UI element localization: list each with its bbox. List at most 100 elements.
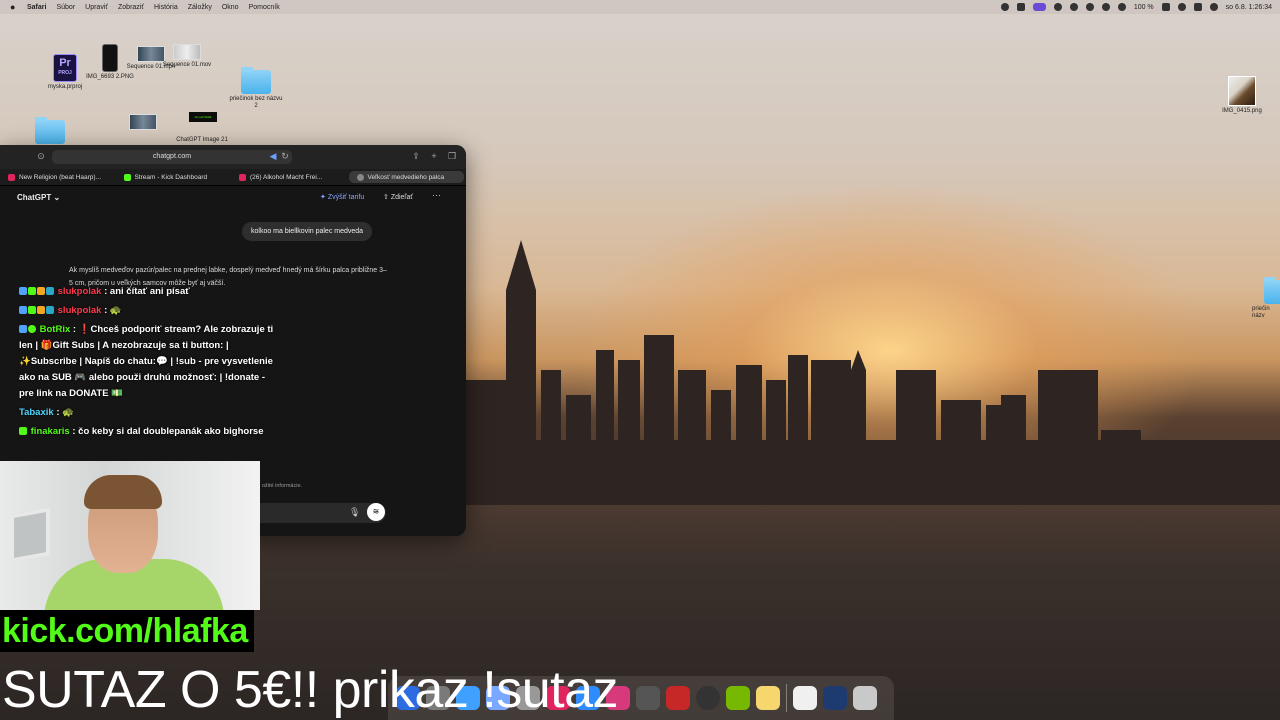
document-icon[interactable]: [793, 686, 817, 710]
audio-playing-icon[interactable]: ◀: [268, 151, 278, 161]
tab-label: Stream - Kick Dashboard: [134, 173, 208, 181]
desktop-icon-chatgpt-image[interactable]: ChatGPT Image 21: [174, 137, 230, 144]
webcam-background-window: [10, 507, 50, 563]
desktop-icon-label: ChatGPT Image 21: [176, 137, 228, 143]
control-center-icon[interactable]: [1193, 3, 1202, 11]
desktop-icon-folder-a[interactable]: [22, 117, 78, 146]
bot-badge-icon: [19, 325, 27, 333]
kick-icon: [123, 173, 131, 181]
more-options-icon[interactable]: ···: [432, 190, 441, 200]
chat-username: BotRix: [39, 324, 71, 335]
webcam-person-hair: [84, 475, 162, 509]
menu-help[interactable]: Pomocník: [249, 4, 280, 11]
screen-share-icon[interactable]: [1032, 3, 1046, 11]
image-file-icon: [102, 44, 118, 72]
share-icon[interactable]: ⇪: [411, 151, 421, 161]
badge-icon: [46, 287, 54, 295]
folder-icon: [35, 117, 65, 144]
tab-label: (26) Alkohol Macht Frei...: [250, 173, 323, 181]
battery-icon[interactable]: [1161, 3, 1170, 11]
reload-icon[interactable]: ↻: [280, 151, 290, 161]
status-area: 100 % so 6.8. 1:26:34: [1000, 0, 1272, 14]
tab-group-icon[interactable]: ⊙: [36, 151, 46, 161]
new-tab-icon[interactable]: +: [429, 151, 439, 161]
apple-icon[interactable]: ●: [10, 2, 19, 12]
model-selector[interactable]: ChatGPT ⌄: [17, 193, 60, 202]
tab-chatgpt[interactable]: Veľkosť medvedieho palca: [348, 171, 464, 183]
desktop-icon-label: IMG_6693 2.PNG: [86, 74, 134, 80]
menu-edit[interactable]: Upraviť: [85, 4, 108, 11]
desktop-icon-img-0415[interactable]: IMG_0415.png: [1214, 76, 1270, 115]
folder-icon: [1264, 277, 1280, 304]
mic-status-icon[interactable]: [1101, 3, 1110, 11]
desktop-icon-folder-edge[interactable]: priečin názv: [1252, 277, 1280, 320]
upgrade-button[interactable]: ✦ Zvýšiť tarifu: [320, 193, 364, 201]
menu-history[interactable]: História: [154, 4, 178, 11]
system-settings-icon[interactable]: [636, 686, 660, 710]
desktop-icon-label: myska.prproj: [47, 84, 83, 90]
upgrade-label: Zvýšiť tarifu: [327, 194, 365, 201]
desktop-icon-label: Sequence 01.mov: [162, 62, 212, 68]
tab-alkohol[interactable]: (26) Alkohol Macht Frei...: [231, 169, 347, 185]
webcam-feed: [0, 461, 260, 610]
chat-message: finakaris : čo keby si dal doublepanák a…: [19, 424, 279, 440]
search-icon[interactable]: [1177, 3, 1186, 11]
premiere-project-icon: Pr PROJ: [53, 54, 77, 82]
safari-toolbar: ⊙ chatgpt.com ◀ ↻ ⇪ + ❐: [0, 145, 466, 169]
address-bar[interactable]: chatgpt.com: [52, 150, 292, 164]
microphone-icon[interactable]: 🎙: [349, 507, 360, 518]
clock[interactable]: so 6.8. 1:26:34: [1226, 4, 1272, 11]
tab-new-religion[interactable]: New Religion (beat Haarp)...: [0, 169, 116, 185]
play-icon[interactable]: [1053, 3, 1062, 11]
contest-banner: SUTAZ O 5€!! prikaz !sutaz: [2, 661, 619, 719]
nvidia-icon[interactable]: [726, 686, 750, 710]
menu-view[interactable]: Zobraziť: [118, 4, 144, 11]
badge-icon: [46, 306, 54, 314]
siri-icon[interactable]: [1209, 3, 1218, 11]
tab-overview-icon[interactable]: ❐: [447, 151, 457, 161]
record-icon[interactable]: [1000, 3, 1009, 11]
desktop-icon-folder-2[interactable]: priečinok bez názvu 2: [228, 67, 284, 110]
desktop-icon-label: IMG_0415.png: [1222, 108, 1262, 114]
chatgpt-header: ChatGPT ⌄ ✦ Zvýšiť tarifu ⇧ Zdieľať ···: [0, 186, 466, 208]
url-text: chatgpt.com: [152, 153, 192, 160]
desktop-icon-label: priečinok bez názvu 2: [229, 96, 283, 109]
trash-icon[interactable]: [853, 686, 877, 710]
notes-icon[interactable]: [756, 686, 780, 710]
menu-file[interactable]: Súbor: [56, 4, 75, 11]
calendar-icon[interactable]: [666, 686, 690, 710]
video-file-icon: [173, 44, 201, 60]
chat-username: Tabaxik: [19, 407, 54, 418]
desktop-icon-kick-thumb[interactable]: ck.com/hlafk: [175, 112, 231, 124]
dock-separator: [786, 684, 787, 712]
share-label: Zdieľať: [390, 194, 413, 201]
tab-kick-dashboard[interactable]: Stream - Kick Dashboard: [116, 169, 232, 185]
keyboard-icon[interactable]: [1117, 3, 1126, 11]
city-skyline-background: [466, 240, 1280, 510]
badge-icon: [19, 287, 27, 295]
clock-app-icon[interactable]: [696, 686, 720, 710]
desktop-icon-sequence-mov[interactable]: Sequence 01.mov: [159, 44, 215, 69]
disclaimer-text: ožité informácie.: [262, 483, 303, 489]
menu-window[interactable]: Okno: [222, 4, 239, 11]
model-name: ChatGPT: [17, 193, 52, 202]
chat-message: slukpolak : ani čítať ani písať: [19, 284, 279, 300]
chat-message: BotRix : ❗Chceš podporiť stream? Ale zob…: [19, 324, 274, 399]
bluetooth-icon[interactable]: [1069, 3, 1078, 11]
chat-text: ❗Chceš podporiť stream? Ale zobrazuje ti…: [19, 324, 274, 399]
image-file-icon: [1228, 76, 1256, 106]
folder-icon: [241, 67, 271, 94]
menu-bookmarks[interactable]: Záložky: [188, 4, 212, 11]
cloud-icon[interactable]: [1016, 3, 1025, 11]
desktop-icon-thumb[interactable]: [115, 114, 171, 132]
youtube-icon: [8, 173, 15, 181]
chat-text: ani čítať ani písať: [109, 286, 190, 297]
voice-mode-button[interactable]: ≋: [367, 503, 385, 521]
verified-badge-icon: [28, 325, 36, 333]
wifi-icon[interactable]: [1085, 3, 1094, 11]
menu-app-name[interactable]: Safari: [27, 4, 46, 11]
chat-message: Tabaxik : 🐢: [19, 407, 74, 418]
downloads-icon[interactable]: [823, 686, 847, 710]
share-button[interactable]: ⇧ Zdieľať: [383, 193, 413, 201]
badge-icon: [28, 306, 36, 314]
